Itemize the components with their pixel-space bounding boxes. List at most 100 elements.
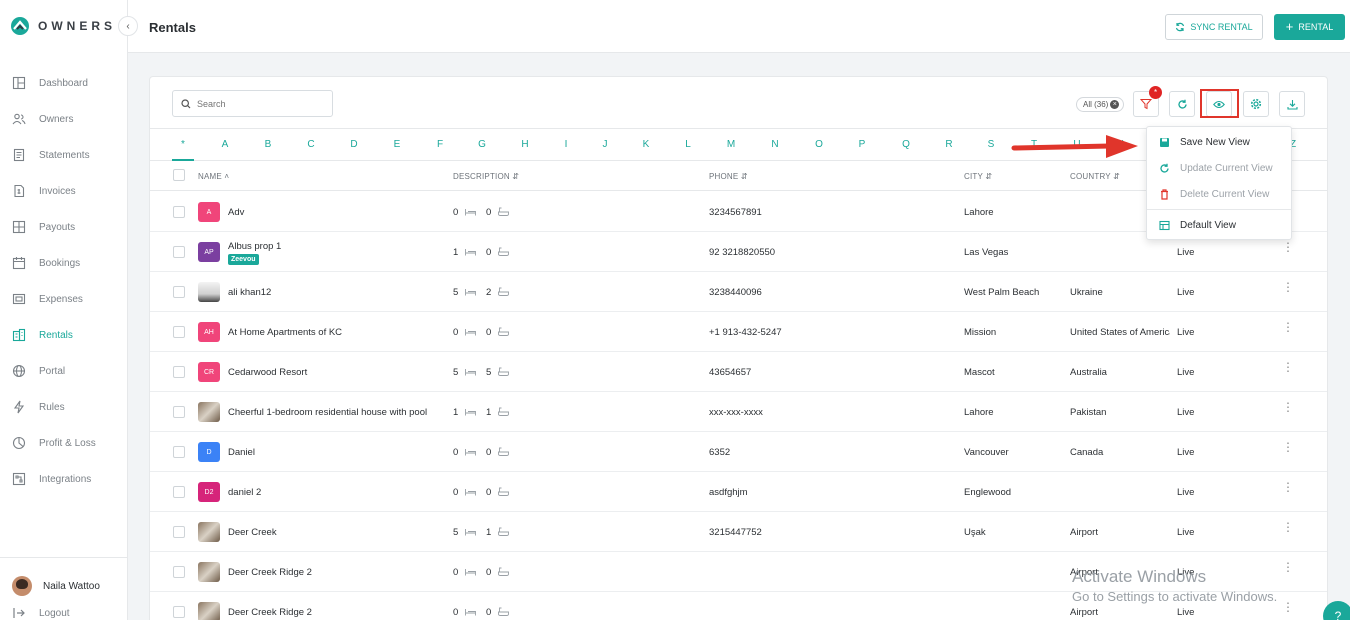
rental-name[interactable]: Deer Creek Ridge 2 <box>228 567 312 578</box>
row-checkbox[interactable] <box>173 326 185 338</box>
column-description[interactable]: DESCRIPTION ⇵ <box>453 172 519 181</box>
column-city[interactable]: CITY ⇵ <box>964 172 992 181</box>
letter-filter-o[interactable]: O <box>815 139 823 150</box>
row-checkbox[interactable] <box>173 246 185 258</box>
letter-filter-l[interactable]: L <box>685 139 691 150</box>
sidebar-item-bookings[interactable]: Bookings <box>0 245 127 281</box>
letter-filter-h[interactable]: H <box>521 139 528 150</box>
rental-name[interactable]: Daniel <box>228 447 255 458</box>
rental-name[interactable]: daniel 2 <box>228 487 261 498</box>
row-checkbox[interactable] <box>173 366 185 378</box>
letter-filter-j[interactable]: J <box>603 139 608 150</box>
sidebar-item-integrations[interactable]: Integrations <box>0 461 127 497</box>
letter-filter-a[interactable]: A <box>222 139 229 150</box>
add-rental-button[interactable]: + RENTAL <box>1274 14 1345 40</box>
more-options-icon[interactable]: ⋮ <box>1282 361 1294 373</box>
table-row[interactable]: ali khan12 5 2 3238440096 West Palm Beach Ukr… <box>150 272 1327 312</box>
column-name[interactable]: NAME ˄ <box>198 172 229 181</box>
letter-filter-i[interactable]: I <box>565 139 568 150</box>
search-box[interactable] <box>172 90 333 117</box>
statements-icon <box>12 148 26 162</box>
collapse-sidebar-button[interactable]: ‹ <box>118 16 138 36</box>
table-row[interactable]: AH At Home Apartments of KC 0 0 +1 913-432-5… <box>150 312 1327 352</box>
default-view-item[interactable]: Default View <box>1147 212 1291 238</box>
rental-name[interactable]: Albus prop 1 <box>228 241 281 252</box>
search-input[interactable] <box>197 98 317 109</box>
table-row[interactable]: CR Cedarwood Resort 5 5 43654657 Mascot Austra… <box>150 352 1327 392</box>
more-options-icon[interactable]: ⋮ <box>1282 601 1294 613</box>
row-checkbox[interactable] <box>173 446 185 458</box>
rental-status: Live <box>1177 487 1195 498</box>
rental-name[interactable]: At Home Apartments of KC <box>228 327 342 338</box>
sidebar-item-portal[interactable]: Portal <box>0 353 127 389</box>
rental-name[interactable]: Deer Creek <box>228 527 277 538</box>
column-country[interactable]: COUNTRY ⇵ <box>1070 172 1120 181</box>
column-phone[interactable]: PHONE ⇵ <box>709 172 748 181</box>
refresh-button[interactable] <box>1169 91 1195 117</box>
letter-filter-q[interactable]: Q <box>902 139 910 150</box>
row-checkbox[interactable] <box>173 206 185 218</box>
sync-rental-button[interactable]: SYNC RENTAL <box>1165 14 1263 40</box>
letter-filter-n[interactable]: N <box>771 139 778 150</box>
more-options-icon[interactable]: ⋮ <box>1282 561 1294 573</box>
letter-filter-all[interactable]: * <box>181 139 185 150</box>
letter-filter-e[interactable]: E <box>394 139 401 150</box>
bedrooms-count: 0 <box>453 567 459 578</box>
update-current-view-item[interactable]: Update Current View <box>1147 155 1291 181</box>
letter-filter-f[interactable]: F <box>437 139 443 150</box>
delete-current-view-item[interactable]: Delete Current View <box>1147 181 1291 207</box>
letter-filter-d[interactable]: D <box>350 139 357 150</box>
row-checkbox[interactable] <box>173 566 185 578</box>
more-options-icon[interactable]: ⋮ <box>1282 481 1294 493</box>
letter-filter-m[interactable]: M <box>727 139 735 150</box>
table-row[interactable]: D2 daniel 2 0 0 asdfghjm Englewood Live ⋮ <box>150 472 1327 512</box>
clear-filter-icon[interactable]: × <box>1110 100 1120 109</box>
user-profile[interactable]: Naila Wattoo <box>0 558 127 596</box>
help-button[interactable]: ? <box>1323 601 1350 620</box>
more-options-icon[interactable]: ⋮ <box>1282 241 1294 253</box>
sidebar-item-rules[interactable]: Rules <box>0 389 127 425</box>
sidebar-item-profit-loss[interactable]: Profit & Loss <box>0 425 127 461</box>
letter-filter-s[interactable]: S <box>988 139 995 150</box>
sidebar-item-invoices[interactable]: Invoices <box>0 173 127 209</box>
more-options-icon[interactable]: ⋮ <box>1282 401 1294 413</box>
letter-filter-b[interactable]: B <box>265 139 272 150</box>
rental-name[interactable]: Deer Creek Ridge 2 <box>228 607 312 618</box>
rental-name[interactable]: Cheerful 1-bedroom residential house wit… <box>228 407 427 418</box>
row-checkbox[interactable] <box>173 526 185 538</box>
sidebar-item-rentals[interactable]: Rentals <box>0 317 127 353</box>
settings-button[interactable] <box>1243 91 1269 117</box>
filter-button[interactable]: * <box>1133 86 1162 117</box>
sidebar-item-expenses[interactable]: Expenses <box>0 281 127 317</box>
more-options-icon[interactable]: ⋮ <box>1282 281 1294 293</box>
table-row[interactable]: Cheerful 1-bedroom residential house wit… <box>150 392 1327 432</box>
letter-filter-k[interactable]: K <box>643 139 650 150</box>
row-checkbox[interactable] <box>173 286 185 298</box>
row-checkbox[interactable] <box>173 606 185 618</box>
letter-filter-p[interactable]: P <box>859 139 866 150</box>
table-row[interactable]: Deer Creek 5 1 3215447752 Uşak Airport Live ⋮ <box>150 512 1327 552</box>
letter-filter-g[interactable]: G <box>478 139 486 150</box>
sidebar-item-dashboard[interactable]: Dashboard <box>0 65 127 101</box>
more-options-icon[interactable]: ⋮ <box>1282 321 1294 333</box>
more-options-icon[interactable]: ⋮ <box>1282 441 1294 453</box>
letter-filter-c[interactable]: C <box>307 139 314 150</box>
download-button[interactable] <box>1279 91 1305 117</box>
table-row[interactable]: D Daniel 0 0 6352 Vancouver Canada Live ⋮ <box>150 432 1327 472</box>
all-filter-chip[interactable]: All (36) × <box>1076 97 1125 112</box>
sidebar-item-payouts[interactable]: Payouts <box>0 209 127 245</box>
app-logo[interactable]: OWNERS <box>10 16 116 36</box>
rental-name[interactable]: ali khan12 <box>228 287 271 298</box>
sidebar-item-owners[interactable]: Owners <box>0 101 127 137</box>
rental-name[interactable]: Adv <box>228 207 244 218</box>
select-all-checkbox[interactable] <box>173 169 185 181</box>
rental-name[interactable]: Cedarwood Resort <box>228 367 307 378</box>
row-checkbox[interactable] <box>173 486 185 498</box>
sidebar-item-statements[interactable]: Statements <box>0 137 127 173</box>
save-new-view-item[interactable]: Save New View <box>1147 129 1291 155</box>
more-options-icon[interactable]: ⋮ <box>1282 521 1294 533</box>
logout-link[interactable]: Logout <box>0 596 127 620</box>
rental-phone: 92 3218820550 <box>709 247 776 258</box>
row-checkbox[interactable] <box>173 406 185 418</box>
letter-filter-r[interactable]: R <box>945 139 952 150</box>
